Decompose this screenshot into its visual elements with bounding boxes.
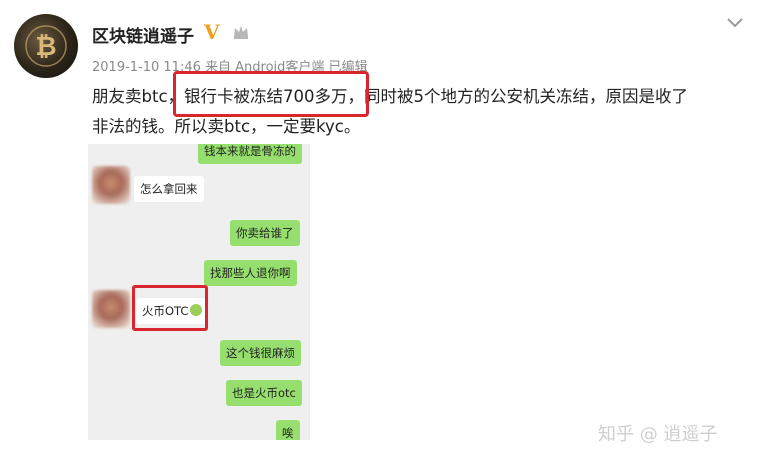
blurred-avatar: [92, 290, 130, 328]
post-text-line-2: 非法的钱。所以卖btc，一定要kyc。: [92, 117, 361, 136]
avatar[interactable]: ₿: [14, 14, 78, 78]
chat-message: 也是火币otc: [226, 380, 302, 406]
svg-text:₿: ₿: [35, 32, 56, 62]
chat-message: 你卖给谁了: [230, 220, 300, 246]
chat-message: 这个钱很麻烦: [220, 340, 301, 366]
verified-badge-icon: V: [204, 20, 220, 44]
chevron-down-icon[interactable]: [726, 16, 744, 30]
bitcoin-logo-icon: ₿: [25, 25, 67, 67]
highlight-box: [132, 285, 208, 331]
chat-message: 唉: [276, 420, 300, 440]
crown-icon[interactable]: [232, 24, 250, 40]
highlight-box: [173, 71, 369, 117]
post-text-suffix: ，同时被5个地方的公安机关冻结，原因是收了: [347, 87, 689, 106]
watermark: 知乎 @ 逍遥子: [598, 424, 718, 445]
chat-message: 钱本来就是骨冻的: [198, 144, 302, 164]
post-text-prefix: 朋友卖btc，: [92, 87, 185, 106]
username[interactable]: 区块链逍遥子: [92, 22, 194, 47]
chat-message: 找那些人退你啊: [204, 260, 297, 286]
blurred-avatar: [92, 166, 130, 204]
chat-message: 怎么拿回来: [134, 176, 204, 202]
